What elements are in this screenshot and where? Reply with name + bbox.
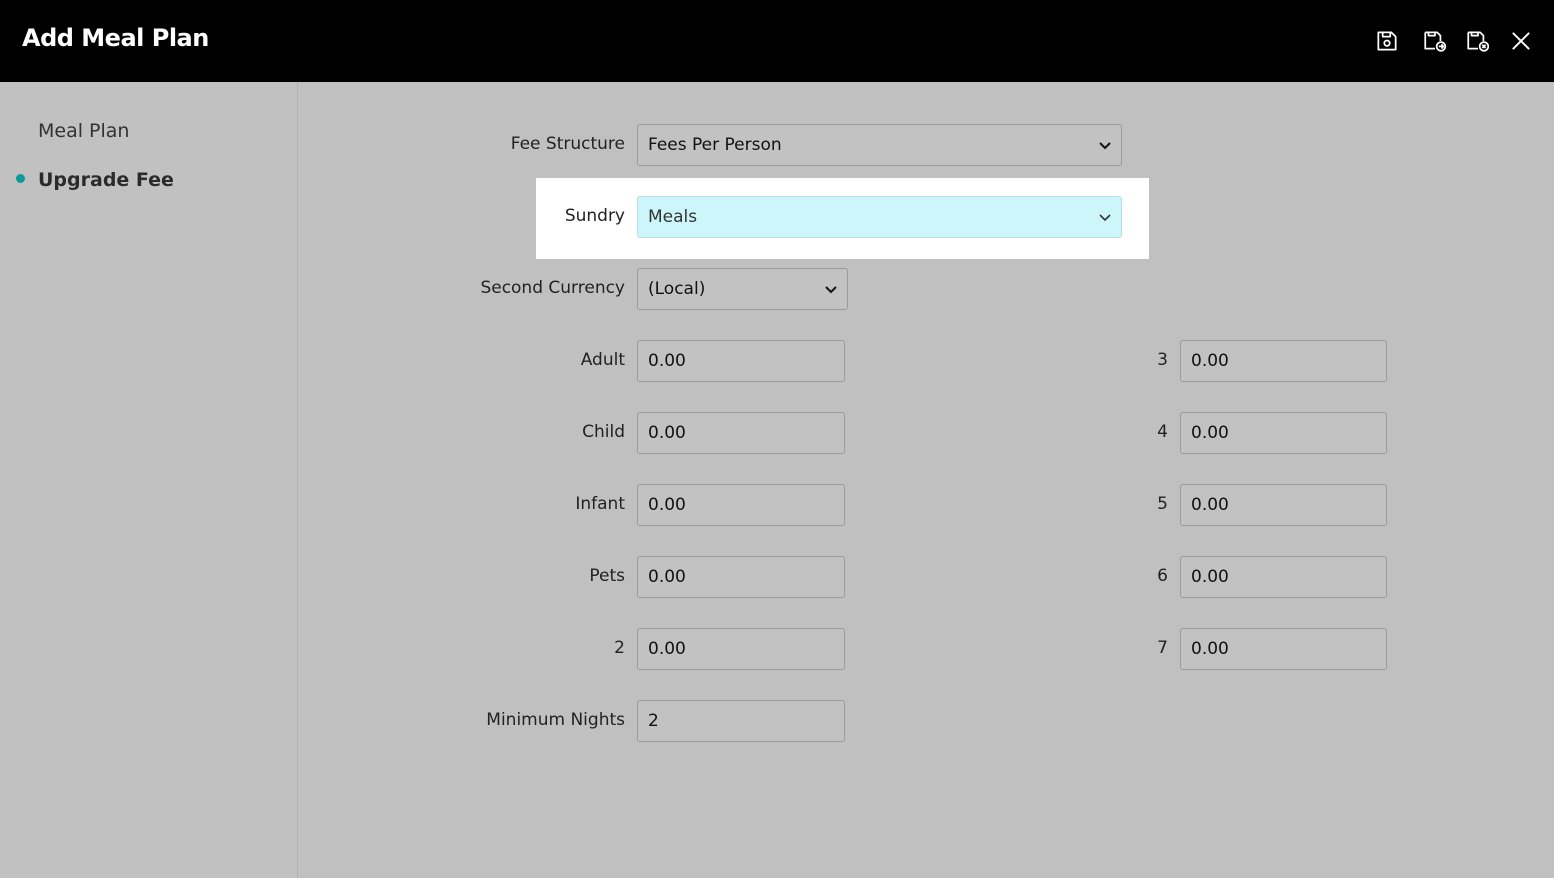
infant-label: Infant	[575, 494, 625, 514]
extra-5-field[interactable]: 0.00	[1180, 484, 1387, 526]
window-title: Add Meal Plan	[22, 24, 209, 52]
extra-5-label: 5	[1157, 494, 1168, 514]
sidebar: Meal Plan Upgrade Fee	[0, 82, 298, 878]
child-label: Child	[582, 422, 625, 442]
window-header: Add Meal Plan	[0, 0, 1554, 82]
extra-7-label: 7	[1157, 638, 1168, 658]
pets-label: Pets	[589, 566, 625, 586]
extra-6-field[interactable]: 0.00	[1180, 556, 1387, 598]
extra-4-field[interactable]: 0.00	[1180, 412, 1387, 454]
save-and-new-icon	[1424, 31, 1447, 52]
child-field[interactable]: 0.00	[637, 412, 845, 454]
sidebar-item-meal-plan[interactable]: Meal Plan	[38, 120, 129, 142]
sundry-label: Sundry	[564, 206, 625, 226]
minimum-nights-label: Minimum Nights	[486, 710, 625, 730]
chevron-down-icon	[825, 286, 837, 294]
sundry-select[interactable]: Meals	[637, 196, 1122, 238]
save-and-close-icon	[1467, 31, 1490, 52]
fee-structure-select[interactable]: Fees Per Person	[637, 124, 1122, 166]
adult-field[interactable]: 0.00	[637, 340, 845, 382]
save-button[interactable]	[1372, 26, 1402, 56]
second-currency-select[interactable]: (Local)	[637, 268, 848, 310]
extra-4-label: 4	[1157, 422, 1168, 442]
chevron-down-icon	[1099, 214, 1111, 222]
extra-2-field[interactable]: 0.00	[637, 628, 845, 670]
sundry-value: Meals	[648, 207, 698, 227]
extra-6-label: 6	[1157, 566, 1168, 586]
infant-field[interactable]: 0.00	[637, 484, 845, 526]
pets-field[interactable]: 0.00	[637, 556, 845, 598]
active-indicator-dot	[16, 174, 25, 183]
save-and-close-button[interactable]	[1463, 26, 1493, 56]
adult-label: Adult	[580, 350, 625, 370]
save-icon	[1377, 31, 1397, 51]
sidebar-item-upgrade-fee[interactable]: Upgrade Fee	[38, 169, 174, 191]
extra-3-label: 3	[1157, 350, 1168, 370]
second-currency-label: Second Currency	[480, 278, 625, 298]
save-and-new-button[interactable]	[1420, 26, 1450, 56]
extra-3-field[interactable]: 0.00	[1180, 340, 1387, 382]
fee-structure-label: Fee Structure	[510, 134, 625, 154]
close-icon	[1512, 32, 1530, 50]
extra-7-field[interactable]: 0.00	[1180, 628, 1387, 670]
close-button[interactable]	[1506, 26, 1536, 56]
chevron-down-icon	[1099, 142, 1111, 150]
second-currency-value: (Local)	[648, 279, 706, 299]
fee-structure-value: Fees Per Person	[648, 135, 782, 155]
extra-2-label: 2	[614, 638, 625, 658]
minimum-nights-field[interactable]: 2	[637, 700, 845, 742]
